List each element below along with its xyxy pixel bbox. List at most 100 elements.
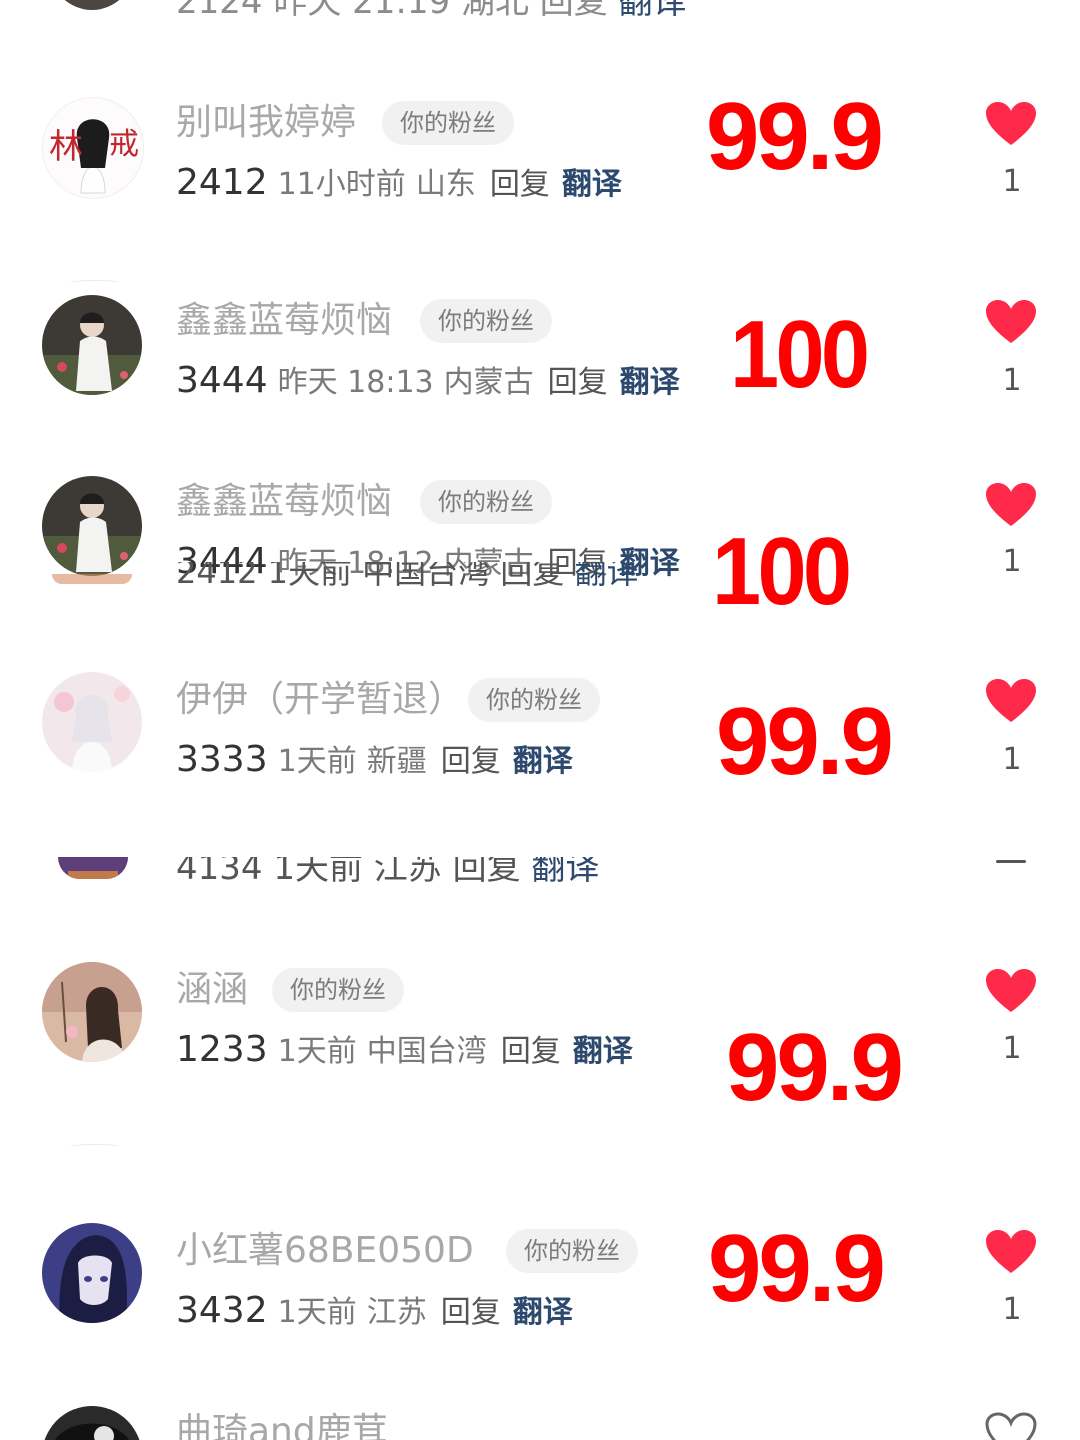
comment-time: 1天前: [277, 1295, 357, 1330]
avatar: [52, 574, 132, 584]
ghost-id: 2124: [176, 0, 263, 16]
heart-icon[interactable]: [985, 968, 1037, 1014]
ghost-id: 2412: [176, 562, 258, 586]
comment-location: 江苏: [366, 1295, 427, 1330]
translate-button[interactable]: 翻译: [562, 167, 622, 202]
heart-icon[interactable]: [985, 101, 1037, 147]
avatar-image: [42, 295, 142, 395]
avatar[interactable]: [42, 672, 142, 772]
comment-row: 鑫鑫蓝莓烦恼 你的粉丝 3444 昨天 18:13 内蒙古 回复 翻译 100 1: [0, 293, 1080, 453]
comment-time: 昨天 18:13: [277, 365, 434, 400]
avatar[interactable]: 林 戒: [42, 97, 144, 199]
comment-location: 新疆: [366, 744, 427, 779]
comment-author-name[interactable]: 鑫鑫蓝莓烦恼: [176, 480, 392, 524]
fan-badge: 你的粉丝: [272, 968, 404, 1012]
comment-author-name[interactable]: 鑫鑫蓝莓烦恼: [176, 299, 392, 343]
translate-button[interactable]: 翻译: [573, 1034, 633, 1069]
comment-content: 3333: [176, 739, 268, 780]
comment-row: 涵涵 你的粉丝 1233 1天前 中国台湾 回复 翻译 99.9 1: [0, 962, 1080, 1122]
ghost-time: 1天前: [273, 857, 363, 883]
avatar: [50, 0, 134, 10]
avatar[interactable]: [42, 476, 142, 576]
ghost-comment-top: 2124 昨天 21:19 湖北 回复 翻译: [176, 0, 687, 16]
avatar[interactable]: [42, 1223, 142, 1323]
heart-icon[interactable]: [985, 678, 1037, 724]
ghost-translate: 翻译: [531, 857, 600, 883]
ghost-reply: 回复: [500, 562, 565, 586]
heart-icon[interactable]: [985, 299, 1037, 345]
comment-content: 3432: [176, 1290, 268, 1331]
avatar-image: [42, 1223, 142, 1323]
heart-icon[interactable]: [985, 482, 1037, 528]
like-count: 1: [1002, 1031, 1022, 1066]
avatar[interactable]: [42, 295, 142, 395]
ghost-translate: 翻译: [619, 0, 687, 16]
fan-badge: 你的粉丝: [468, 678, 600, 722]
ghost-comment-overlap: 2412 1天前 中国台湾 回复 翻译: [176, 562, 639, 586]
ghost-time: 1天前: [267, 562, 352, 586]
comment-meta: 2412 11小时前 山东 回复 翻译: [176, 161, 622, 211]
translate-button[interactable]: 翻译: [513, 744, 573, 779]
comment-time: 1天前: [277, 1034, 357, 1069]
fan-badge: 你的粉丝: [506, 1229, 638, 1273]
comment-meta: 1233 1天前 中国台湾 回复 翻译: [176, 1028, 633, 1078]
reply-button[interactable]: 回复: [490, 167, 550, 202]
comment-location: 中国台湾: [366, 1034, 487, 1069]
avatar[interactable]: [42, 962, 142, 1062]
reply-button[interactable]: 回复: [548, 365, 608, 400]
avatar-image: 林 戒: [43, 98, 143, 198]
reply-button[interactable]: 回复: [501, 1034, 561, 1069]
like-count: 1: [1002, 742, 1022, 777]
ghost-translate: 翻译: [574, 562, 639, 586]
heart-outline-icon[interactable]: [985, 1412, 1037, 1440]
avatar-image: [42, 672, 142, 772]
score-overlay: 99.9: [716, 688, 894, 795]
like-count: 1: [1002, 544, 1022, 579]
translate-button[interactable]: 翻译: [620, 365, 680, 400]
ghost-location: 湖北: [461, 0, 529, 16]
heart-icon[interactable]: [985, 1229, 1037, 1275]
like-count: 1: [1002, 164, 1022, 199]
ghost-reply: 回复: [452, 857, 521, 883]
avatar-image: [42, 476, 142, 576]
comment-author-name[interactable]: 涵涵: [176, 968, 248, 1012]
avatar-image: [42, 1406, 142, 1440]
fan-badge: 你的粉丝: [420, 299, 552, 343]
ghost-id: 4134: [176, 857, 263, 883]
reply-button[interactable]: 回复: [441, 1295, 501, 1330]
comment-content: 2412: [176, 162, 268, 203]
comment-row: 鑫鑫蓝莓烦恼 你的粉丝 3444 昨天 18:12 内蒙古 回复 翻译 2412 1天前…: [0, 474, 1080, 634]
comment-content: 3444: [176, 360, 268, 401]
ghost-location: 中国台湾: [362, 562, 491, 586]
reply-button[interactable]: 回复: [441, 744, 501, 779]
comment-author-name[interactable]: 伊伊（开学暂退）: [176, 678, 464, 722]
fan-badge: 你的粉丝: [382, 101, 514, 145]
ghost-reply: 回复: [540, 0, 608, 16]
divider: [70, 1144, 120, 1149]
comment-content: 1233: [176, 1029, 268, 1070]
comment-location: 内蒙古: [443, 365, 534, 400]
svg-text:林: 林: [49, 127, 83, 167]
divider: [996, 860, 1026, 863]
translate-button[interactable]: 翻译: [513, 1295, 573, 1330]
ghost-time: 昨天 21:19: [273, 0, 450, 16]
avatar[interactable]: [42, 1406, 142, 1440]
comment-meta: 3432 1天前 江苏 回复 翻译: [176, 1289, 573, 1339]
ghost-location: 江苏: [373, 857, 442, 883]
comment-row: 林 戒 别叫我婷婷 你的粉丝 2412 11小时前 山东 回复 翻译 99.9 1: [0, 87, 1080, 245]
score-overlay: 99.9: [708, 1215, 886, 1322]
comment-meta: 3333 1天前 新疆 回复 翻译: [176, 738, 573, 788]
fan-badge: 你的粉丝: [420, 480, 552, 524]
comment-location: 山东: [415, 167, 476, 202]
score-overlay: 100: [712, 518, 852, 625]
score-overlay: 99.9: [706, 83, 884, 190]
avatar-image: [42, 962, 142, 1062]
like-count: 1: [1002, 1292, 1022, 1327]
score-overlay: 100: [730, 301, 870, 408]
comment-author-name[interactable]: 曲琦and鹿茸: [176, 1410, 388, 1440]
comment-author-name[interactable]: 小红薯68BE050D: [176, 1229, 474, 1273]
comment-author-name[interactable]: 别叫我婷婷: [176, 101, 356, 145]
comment-time: 1天前: [277, 744, 357, 779]
like-count: 1: [1002, 363, 1022, 398]
comment-row: 曲琦and鹿茸: [0, 1404, 1080, 1440]
